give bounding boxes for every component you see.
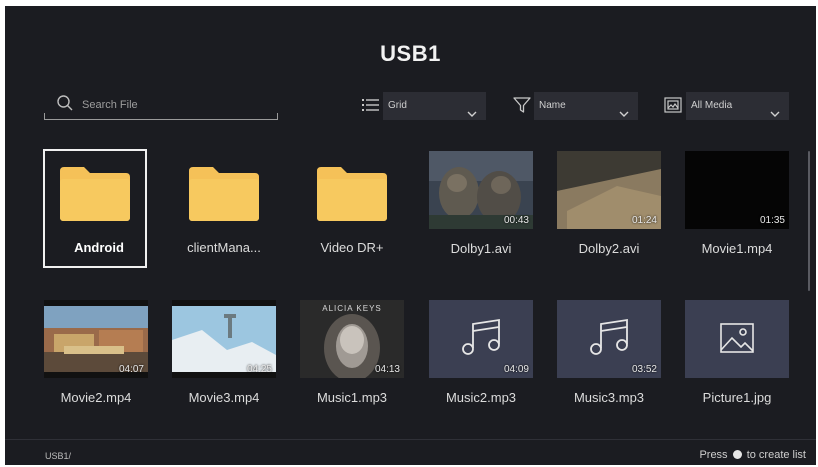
file-tile-music3[interactable]: 03:52 Music3.mp3 — [557, 300, 661, 415]
search-bar[interactable] — [44, 91, 278, 120]
file-tile-movie2[interactable]: 04:07 Movie2.mp4 — [44, 300, 148, 415]
file-tile-music1[interactable]: ALICIA KEYS 04:13 Music1.mp3 — [300, 300, 404, 415]
search-underline-left — [44, 113, 45, 119]
music-note-icon — [587, 316, 631, 360]
search-input[interactable] — [80, 93, 274, 117]
file-name: Video DR+ — [320, 240, 384, 255]
file-name: Music2.mp3 — [445, 390, 517, 405]
filter-icon — [512, 95, 532, 120]
chevron-down-icon — [770, 102, 780, 130]
media-type-value: All Media — [691, 100, 733, 111]
duration-label: 04:13 — [374, 364, 400, 375]
duration-label: 00:43 — [503, 215, 529, 226]
file-name: Music3.mp3 — [573, 390, 645, 405]
list-icon — [361, 95, 381, 120]
chevron-down-icon — [619, 102, 629, 130]
file-tile-music2[interactable]: 04:09 Music2.mp3 — [429, 300, 533, 415]
duration-label: 01:24 — [631, 215, 657, 226]
search-icon — [56, 94, 74, 117]
video-thumbnail: 04:07 — [44, 300, 148, 378]
file-tile-dolby1[interactable]: 00:43 Dolby1.avi — [429, 151, 533, 268]
folder-icon — [60, 165, 130, 226]
file-tile-picture1[interactable]: Picture1.jpg — [685, 300, 789, 415]
file-tile-movie3[interactable]: 04:25 Movie3.mp4 — [172, 300, 276, 415]
file-name: Music1.mp3 — [316, 390, 388, 405]
sort-dropdown[interactable]: Name — [534, 92, 638, 120]
file-name: Movie2.mp4 — [60, 390, 132, 405]
file-name: Movie3.mp4 — [188, 390, 260, 405]
file-tile-video-dr[interactable]: Video DR+ — [300, 149, 404, 268]
file-tile-clientmanager[interactable]: clientMana... — [172, 149, 276, 268]
page-title: USB1 — [380, 41, 441, 66]
audio-tile-background: 03:52 — [557, 300, 661, 378]
ok-button-icon — [732, 450, 742, 459]
image-icon — [719, 320, 755, 356]
video-thumbnail: 04:25 — [172, 300, 276, 378]
create-list-hint: Press to create list — [699, 449, 806, 461]
folder-icon — [189, 165, 259, 226]
duration-label: 04:09 — [503, 364, 529, 375]
hint-suffix: to create list — [746, 449, 806, 461]
sort-value: Name — [539, 100, 566, 111]
video-thumbnail: 00:43 — [429, 151, 533, 229]
duration-label: 04:07 — [118, 364, 144, 375]
media-browser-screen: USB1 Grid Name All Media Android — [5, 6, 816, 465]
view-mode-dropdown[interactable]: Grid — [383, 92, 486, 120]
audio-tile-background: 04:09 — [429, 300, 533, 378]
file-name: Dolby2.avi — [578, 241, 640, 256]
view-mode-value: Grid — [388, 100, 407, 111]
duration-label: 01:35 — [759, 215, 785, 226]
album-text: ALICIA KEYS — [322, 304, 382, 313]
video-thumbnail: 01:24 — [557, 151, 661, 229]
gallery-icon — [664, 95, 684, 120]
file-name: clientMana... — [187, 240, 261, 255]
folder-icon — [317, 165, 387, 226]
hint-prefix: Press — [699, 449, 728, 461]
music-note-icon — [459, 316, 503, 360]
image-tile-background — [685, 300, 789, 378]
duration-label: 04:25 — [246, 364, 272, 375]
file-tile-movie1[interactable]: 01:35 Movie1.mp4 — [685, 151, 789, 268]
file-tile-android[interactable]: Android — [43, 149, 147, 268]
footer-divider — [5, 439, 816, 440]
video-thumbnail: 01:35 — [685, 151, 789, 229]
media-type-dropdown[interactable]: All Media — [686, 92, 789, 120]
current-path: USB1/ — [45, 451, 72, 461]
duration-label: 03:52 — [631, 364, 657, 375]
scrollbar[interactable] — [808, 151, 810, 291]
album-cover: ALICIA KEYS 04:13 — [300, 300, 404, 378]
file-name: Picture1.jpg — [702, 390, 772, 405]
file-name: Android — [74, 240, 124, 255]
search-underline-right — [277, 113, 278, 119]
file-tile-dolby2[interactable]: 01:24 Dolby2.avi — [557, 151, 661, 268]
file-name: Dolby1.avi — [450, 241, 512, 256]
file-name: Movie1.mp4 — [701, 241, 773, 256]
chevron-down-icon — [467, 102, 477, 130]
